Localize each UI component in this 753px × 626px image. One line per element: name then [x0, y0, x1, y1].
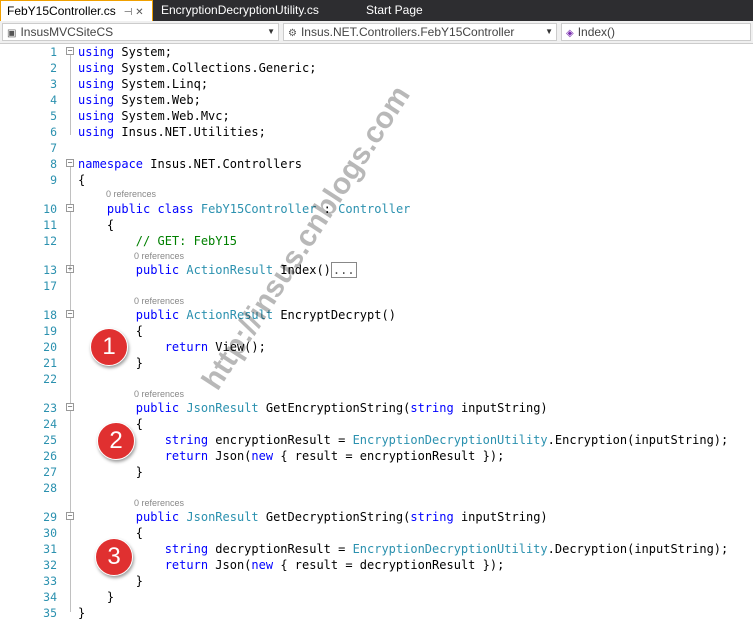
code-text: using System.Web;: [78, 93, 201, 107]
project-dropdown[interactable]: ▣ InsusMVCSiteCS ▼: [2, 23, 279, 41]
collapse-icon[interactable]: −: [66, 159, 74, 167]
pin-icon[interactable]: ⊣ ✕: [124, 7, 144, 18]
line-number: 25: [43, 433, 57, 447]
collapse-icon[interactable]: −: [66, 47, 74, 55]
chevron-down-icon: ▼: [267, 27, 275, 36]
annotation-badge-2: 2: [97, 422, 135, 460]
collapse-icon[interactable]: −: [66, 512, 74, 520]
line-number: 35: [43, 606, 57, 620]
line-number: 17: [43, 279, 57, 293]
line-number: 29: [43, 510, 57, 524]
line-number: 12: [43, 234, 57, 248]
line-number: 2: [50, 61, 57, 75]
chevron-down-icon: ▼: [545, 27, 553, 36]
tab-encryption-utility[interactable]: EncryptionDecryptionUtility.cs: [155, 0, 325, 21]
member-dropdown-value: Index(): [577, 25, 616, 39]
code-text: using Insus.NET.Utilities;: [78, 125, 266, 139]
code-text: using System.Web.Mvc;: [78, 109, 230, 123]
project-dropdown-value: InsusMVCSiteCS: [20, 25, 114, 39]
code-text: public class FebY15Controller : Controll…: [106, 202, 411, 216]
line-number: 13: [43, 263, 57, 277]
annotation-badge-3: 3: [95, 538, 133, 576]
line-number: 19: [43, 324, 57, 338]
line-number: 3: [50, 77, 57, 91]
line-number: 33: [43, 574, 57, 588]
line-number: 4: [50, 93, 57, 107]
line-number: 11: [43, 218, 57, 232]
outline-guide: [70, 411, 71, 474]
code-text: public JsonResult GetDecryptionString(st…: [135, 510, 548, 524]
member-dropdown[interactable]: ◈ Index(): [561, 23, 751, 41]
document-tab-bar: FebY15Controller.cs ⊣ ✕ EncryptionDecrypt…: [0, 0, 753, 21]
line-number: 1: [50, 45, 57, 59]
codelens-references[interactable]: 0 references: [134, 295, 184, 307]
class-icon: ⚙: [288, 28, 297, 39]
collapse-icon[interactable]: −: [66, 204, 74, 212]
collapse-icon[interactable]: −: [66, 403, 74, 411]
code-text: using System.Collections.Generic;: [78, 61, 317, 75]
line-number: 8: [50, 157, 57, 171]
csharp-project-icon: ▣: [7, 28, 17, 39]
outline-guide: [70, 318, 71, 366]
line-number: 28: [43, 481, 57, 495]
line-number: 34: [43, 590, 57, 604]
line-number: 23: [43, 401, 57, 415]
tab-label: EncryptionDecryptionUtility.cs: [161, 3, 319, 17]
code-editor[interactable]: 0 references 0 references 0 references 0…: [0, 44, 753, 626]
line-number: 31: [43, 542, 57, 556]
tab-label: FebY15Controller.cs: [7, 4, 116, 18]
code-text: }: [78, 590, 115, 604]
outline-guide: [70, 520, 71, 583]
tab-label: Start Page: [366, 3, 423, 17]
line-number: 27: [43, 465, 57, 479]
annotation-badge-1: 1: [90, 328, 128, 366]
line-number: 18: [43, 308, 57, 322]
code-text: {: [78, 218, 115, 232]
code-text: string decryptionResult = EncryptionDecr…: [164, 542, 729, 556]
line-number: 6: [50, 125, 57, 139]
tab-febY15controller[interactable]: FebY15Controller.cs ⊣ ✕: [0, 0, 153, 21]
codelens-references[interactable]: 0 references: [134, 250, 184, 262]
code-text: string encryptionResult = EncryptionDecr…: [164, 433, 729, 447]
expand-icon[interactable]: +: [66, 265, 74, 273]
outline-guide: [70, 53, 71, 135]
line-number: 7: [50, 141, 57, 155]
code-text: }: [78, 465, 144, 479]
code-text: using System;: [78, 45, 172, 59]
method-icon: ◈: [566, 28, 574, 39]
code-text: return Json(new { result = encryptionRes…: [164, 449, 505, 463]
line-number: 24: [43, 417, 57, 431]
line-number: 10: [43, 202, 57, 216]
code-text: return Json(new { result = decryptionRes…: [164, 558, 505, 572]
code-text: public ActionResult Index()...: [135, 262, 357, 278]
code-text: namespace Insus.NET.Controllers: [78, 157, 302, 171]
line-number: 21: [43, 356, 57, 370]
navigation-bar: ▣ InsusMVCSiteCS ▼ ⚙ Insus.NET.Controllers.…: [0, 21, 753, 44]
line-number: 32: [43, 558, 57, 572]
code-text: }: [78, 606, 86, 620]
class-dropdown[interactable]: ⚙ Insus.NET.Controllers.FebY15Controller ▼: [283, 23, 557, 41]
code-text: {: [78, 173, 86, 187]
class-dropdown-value: Insus.NET.Controllers.FebY15Controller: [300, 25, 515, 39]
code-text: using System.Linq;: [78, 77, 209, 91]
codelens-references[interactable]: 0 references: [134, 388, 184, 400]
codelens-references[interactable]: 0 references: [134, 497, 184, 509]
codelens-references[interactable]: 0 references: [106, 188, 156, 200]
line-number: 30: [43, 526, 57, 540]
line-number: 5: [50, 109, 57, 123]
line-number: 22: [43, 372, 57, 386]
tab-start-page[interactable]: Start Page: [360, 0, 429, 21]
line-number: 20: [43, 340, 57, 354]
code-text: // GET: FebY15: [135, 234, 237, 248]
code-text: public JsonResult GetEncryptionString(st…: [135, 401, 548, 415]
code-text: public ActionResult EncryptDecrypt(): [135, 308, 396, 322]
collapse-icon[interactable]: −: [66, 310, 74, 318]
line-number: 9: [50, 173, 57, 187]
line-number: 26: [43, 449, 57, 463]
